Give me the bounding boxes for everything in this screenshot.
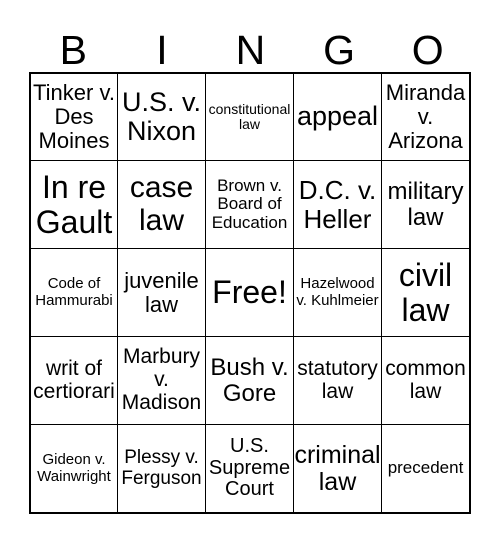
bingo-cell[interactable]: Gideon v. Wainwright	[30, 424, 118, 513]
bingo-cell[interactable]: military law	[381, 160, 470, 249]
bingo-cell[interactable]: Code of Hammurabi	[30, 248, 118, 337]
bingo-cell[interactable]: Marbury v. Madison	[117, 336, 206, 425]
bingo-cell[interactable]: Plessy v. Ferguson	[117, 424, 206, 513]
bingo-cell[interactable]: Miranda v. Arizona	[381, 73, 470, 161]
bingo-cell[interactable]: precedent	[381, 424, 470, 513]
bingo-cell[interactable]: common law	[381, 336, 470, 425]
header-letter-n: N	[235, 27, 266, 73]
bingo-grid: Tinker v. Des Moines U.S. v. Nixon const…	[29, 72, 471, 514]
header-letter-g: G	[323, 27, 356, 73]
header-letter-b: B	[59, 27, 87, 73]
bingo-cell[interactable]: case law	[117, 160, 206, 249]
bingo-cell[interactable]: civil law	[381, 248, 470, 337]
bingo-cell[interactable]: In re Gault	[30, 160, 118, 249]
header-letter-i: I	[156, 27, 168, 73]
bingo-cell[interactable]: Bush v. Gore	[205, 336, 294, 425]
free-space-cell[interactable]: Free!	[205, 248, 294, 337]
header-letter-o: O	[411, 27, 444, 73]
bingo-cell[interactable]: statutory law	[293, 336, 382, 425]
bingo-cell[interactable]: U.S. v. Nixon	[117, 73, 206, 161]
bingo-cell[interactable]: juvenile law	[117, 248, 206, 337]
bingo-cell[interactable]: D.C. v. Heller	[293, 160, 382, 249]
bingo-cell[interactable]: criminal law	[293, 424, 382, 513]
bingo-cell[interactable]: Brown v. Board of Education	[205, 160, 294, 249]
bingo-cell[interactable]: Tinker v. Des Moines	[30, 73, 118, 161]
bingo-cell[interactable]: writ of certiorari	[30, 336, 118, 425]
bingo-header: B I N G O	[29, 26, 472, 74]
bingo-cell[interactable]: appeal	[293, 73, 382, 161]
bingo-cell[interactable]: U.S. Supreme Court	[205, 424, 294, 513]
bingo-cell[interactable]: Hazelwood v. Kuhlmeier	[293, 248, 382, 337]
bingo-cell[interactable]: constitutional law	[205, 73, 294, 161]
